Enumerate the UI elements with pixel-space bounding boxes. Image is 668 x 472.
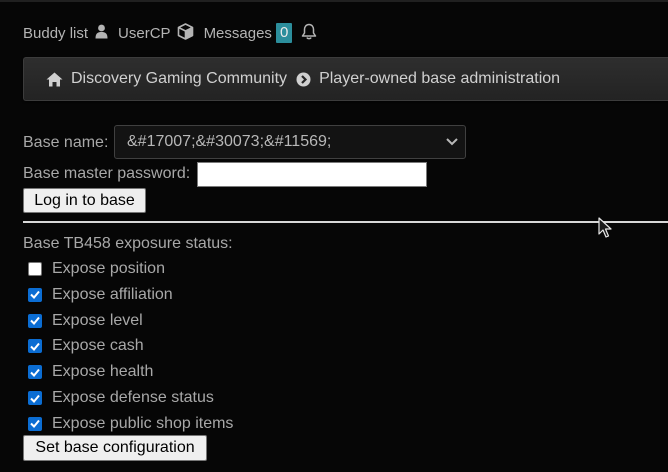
notifications-button[interactable] — [301, 23, 317, 44]
exposure-checkbox[interactable] — [28, 262, 42, 276]
usercp-link[interactable]: UserCP — [118, 22, 194, 44]
password-input[interactable] — [197, 162, 427, 187]
set-base-configuration-button[interactable]: Set base configuration — [23, 435, 207, 461]
chevron-right-circle-icon — [296, 72, 311, 87]
exposure-option-label: Expose public shop items — [52, 414, 234, 432]
top-border — [0, 0, 668, 2]
checkmark-icon — [30, 420, 40, 429]
breadcrumb-home-link[interactable]: Discovery Gaming Community — [71, 70, 287, 88]
breadcrumb: Discovery Gaming Community Player-owned … — [23, 57, 668, 101]
bell-icon — [301, 23, 317, 44]
exposure-status-label: Base TB458 exposure status: — [23, 235, 233, 252]
breadcrumb-current: Player-owned base administration — [319, 70, 561, 87]
checkmark-icon — [30, 316, 40, 326]
base-name-select[interactable]: &#17007;&#30073;&#11569; — [114, 125, 466, 159]
exposure-option-row[interactable]: Expose position — [28, 258, 165, 280]
exposure-option-row[interactable]: Expose defense status — [28, 387, 214, 409]
cube-icon — [177, 22, 194, 44]
checkmark-icon — [30, 291, 40, 300]
exposure-option-label: Expose defense status — [52, 389, 214, 406]
user-bar: Buddy list UserCP Messages 0 — [23, 22, 317, 44]
exposure-option-label: Expose level — [52, 311, 143, 329]
exposure-option-label: Expose cash — [52, 337, 144, 355]
exposure-checkbox[interactable] — [28, 365, 42, 380]
exposure-option-row[interactable]: Expose public shop items — [28, 413, 233, 435]
divider — [23, 221, 668, 223]
user-icon — [95, 24, 108, 43]
exposure-option-label: Expose affiliation — [52, 285, 173, 303]
base-name-label: Base name: — [23, 134, 109, 151]
messages-label: Messages — [203, 24, 272, 42]
buddy-list-label: Buddy list — [23, 24, 89, 42]
exposure-checkbox[interactable] — [28, 391, 42, 405]
password-label: Base master password: — [23, 165, 191, 182]
base-name-selected-value: &#17007;&#30073;&#11569; — [127, 133, 332, 150]
buddy-list-link[interactable]: Buddy list — [23, 24, 108, 43]
exposure-option-row[interactable]: Expose affiliation — [28, 284, 173, 306]
home-icon[interactable] — [46, 72, 63, 87]
exposure-checkbox[interactable] — [28, 287, 42, 302]
checkmark-icon — [30, 342, 40, 351]
exposure-checkbox[interactable] — [28, 313, 42, 328]
exposure-checkbox[interactable] — [28, 416, 42, 431]
checkmark-icon — [30, 368, 40, 377]
exposure-option-row[interactable]: Expose level — [28, 310, 143, 332]
messages-link[interactable]: Messages 0 — [204, 23, 293, 43]
exposure-option-label: Expose health — [52, 363, 154, 381]
chevron-down-icon — [445, 126, 459, 170]
exposure-option-row[interactable]: Expose cash — [28, 335, 144, 357]
usercp-label: UserCP — [118, 24, 171, 42]
mouse-cursor-icon — [598, 217, 612, 238]
exposure-option-row[interactable]: Expose health — [28, 361, 153, 383]
checkmark-icon — [30, 394, 40, 403]
messages-count-badge: 0 — [275, 23, 293, 43]
exposure-checkbox[interactable] — [28, 339, 42, 354]
login-button[interactable]: Log in to base — [23, 188, 146, 213]
exposure-option-label: Expose position — [52, 260, 165, 277]
